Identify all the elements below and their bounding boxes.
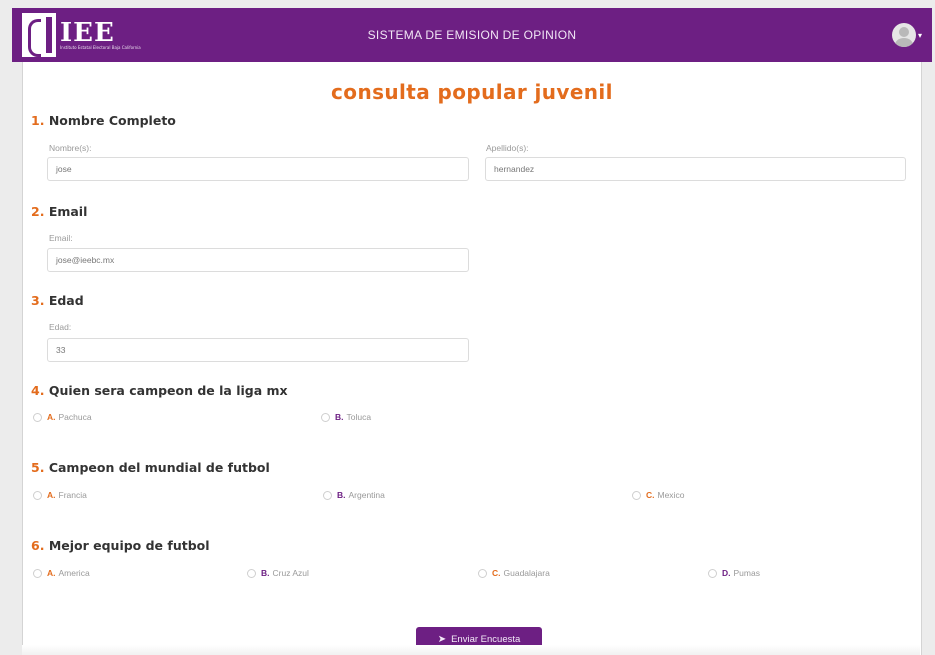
user-avatar-icon[interactable] [891,23,916,47]
question-2-heading: 2. Email [31,204,87,219]
user-menu[interactable]: ▾ [891,23,922,47]
option-letter: C. [492,568,501,578]
option-pachuca[interactable]: A. Pachuca [33,412,92,422]
question-3-heading: 3. Edad [31,293,84,308]
option-label: Pumas [733,568,760,578]
question-4-heading: 4. Quien sera campeon de la liga mx [31,383,288,398]
option-mexico[interactable]: C. Mexico [632,490,684,500]
option-label: Guadalajara [503,568,550,578]
option-letter: B. [337,490,346,500]
question-label: Nombre Completo [48,113,176,128]
first-name-label: Nombre(s): [49,143,92,153]
first-name-input[interactable]: jose [47,157,469,181]
option-guadalajara[interactable]: C. Guadalajara [478,568,550,578]
radio-button[interactable] [33,412,42,422]
option-label: America [58,568,90,578]
question-label: Email [48,204,88,219]
chevron-down-icon[interactable]: ▾ [918,31,922,40]
question-label: Quien sera campeon de la liga mx [48,383,288,398]
send-icon: ➤ [437,633,447,645]
question-5-heading: 5. Campeon del mundial de futbol [31,460,270,475]
option-letter: B. [261,568,270,578]
question-6-heading: 6. Mejor equipo de futbol [31,538,210,553]
question-number: 2. [31,204,45,219]
option-toluca[interactable]: B. Toluca [321,412,371,422]
last-name-label: Apellido(s): [486,143,529,153]
radio-button[interactable] [708,568,717,578]
radio-button[interactable] [33,490,42,500]
radio-button[interactable] [247,568,256,578]
email-label: Email: [49,233,73,243]
radio-button[interactable] [321,412,330,422]
survey-card: consulta popular juvenil 1. Nombre Compl… [22,62,922,655]
question-number: 3. [31,293,45,308]
last-name-input[interactable]: hernandez [485,157,906,181]
option-pumas[interactable]: D. Pumas [708,568,760,578]
question-number: 5. [31,460,45,475]
survey-title: consulta popular juvenil [331,80,613,104]
question-number: 1. [31,113,45,128]
option-letter: A. [47,412,56,422]
option-label: Pachuca [58,412,92,422]
option-letter: B. [335,412,344,422]
option-label: Francia [58,490,87,500]
submit-label: Enviar Encuesta [451,633,521,645]
question-label: Mejor equipo de futbol [48,538,210,553]
option-letter: A. [47,568,56,578]
option-letter: D. [722,568,731,578]
question-number: 4. [31,383,45,398]
radio-button[interactable] [323,490,332,500]
option-cruz-azul[interactable]: B. Cruz Azul [247,568,309,578]
page-bottom-fade [22,645,920,655]
logo-subtitle: Instituto Estatal Electoral Baja Califor… [60,44,141,50]
age-input[interactable]: 33 [47,338,469,362]
option-label: Argentina [348,490,385,500]
option-francia[interactable]: A. Francia [33,490,87,500]
question-1-heading: 1. Nombre Completo [31,113,176,128]
age-label: Edad: [49,322,72,332]
question-number: 6. [31,538,45,553]
radio-button[interactable] [33,568,42,578]
system-title: SISTEMA DE EMISION DE OPINION [367,28,577,42]
radio-button[interactable] [632,490,641,500]
top-navbar: IEE Instituto Estatal Electoral Baja Cal… [12,8,932,62]
option-america[interactable]: A. America [33,568,90,578]
option-label: Mexico [657,490,685,500]
option-label: Cruz Azul [272,568,309,578]
option-letter: A. [47,490,56,500]
option-letter: C. [646,490,655,500]
question-label: Campeon del mundial de futbol [48,460,270,475]
radio-button[interactable] [478,568,487,578]
option-label: Toluca [346,412,372,422]
email-input[interactable]: jose@ieebc.mx [47,248,469,272]
option-argentina[interactable]: B. Argentina [323,490,385,500]
question-label: Edad [48,293,84,308]
